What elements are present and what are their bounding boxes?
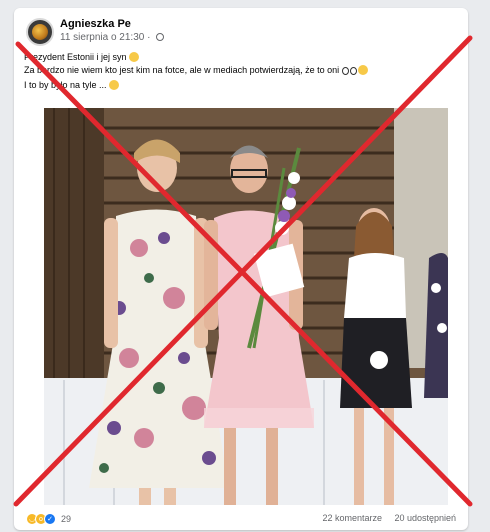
author-name[interactable]: Agnieszka Pe [60, 18, 131, 30]
post-text: Prezydent Estonii i jej syn Za bardzo ni… [24, 51, 464, 92]
thinking-face-emoji-icon [129, 52, 140, 62]
shares-count-link[interactable]: 20 udostępnień [394, 513, 456, 523]
post-card: Agnieszka Pe 11 sierpnia o 21:30 · Prezy… [14, 8, 468, 530]
author-avatar[interactable] [26, 18, 54, 46]
post-meta: 11 sierpnia o 21:30 · [60, 32, 165, 43]
post-photo[interactable] [44, 108, 448, 505]
like-icon: ✓ [44, 513, 56, 525]
post-timestamp[interactable]: 11 sierpnia o 21:30 [60, 32, 144, 43]
comments-count-link[interactable]: 22 komentarze [322, 513, 382, 523]
post-line-1: Prezydent Estonii i jej syn [24, 52, 127, 62]
reaction-count: 29 [61, 514, 72, 524]
post-line-2: Za bardzo nie wiem kto jest kim na fotce… [24, 64, 340, 75]
eyes-emoji-icon [341, 66, 349, 75]
globe-icon [156, 33, 165, 41]
rofl-emoji-icon [109, 80, 120, 90]
post-line-3: I to by było na tyle ... [24, 80, 107, 90]
avatar-image [32, 24, 48, 40]
photo-illustration [44, 108, 448, 505]
post-footer: ◡ o ✓ 29 22 komentarze 20 udostępnień [14, 505, 468, 530]
reactions-summary[interactable]: ◡ o ✓ 29 [26, 513, 71, 525]
laughing-emoji-icon [357, 64, 368, 75]
eyes-emoji-icon [349, 66, 357, 75]
